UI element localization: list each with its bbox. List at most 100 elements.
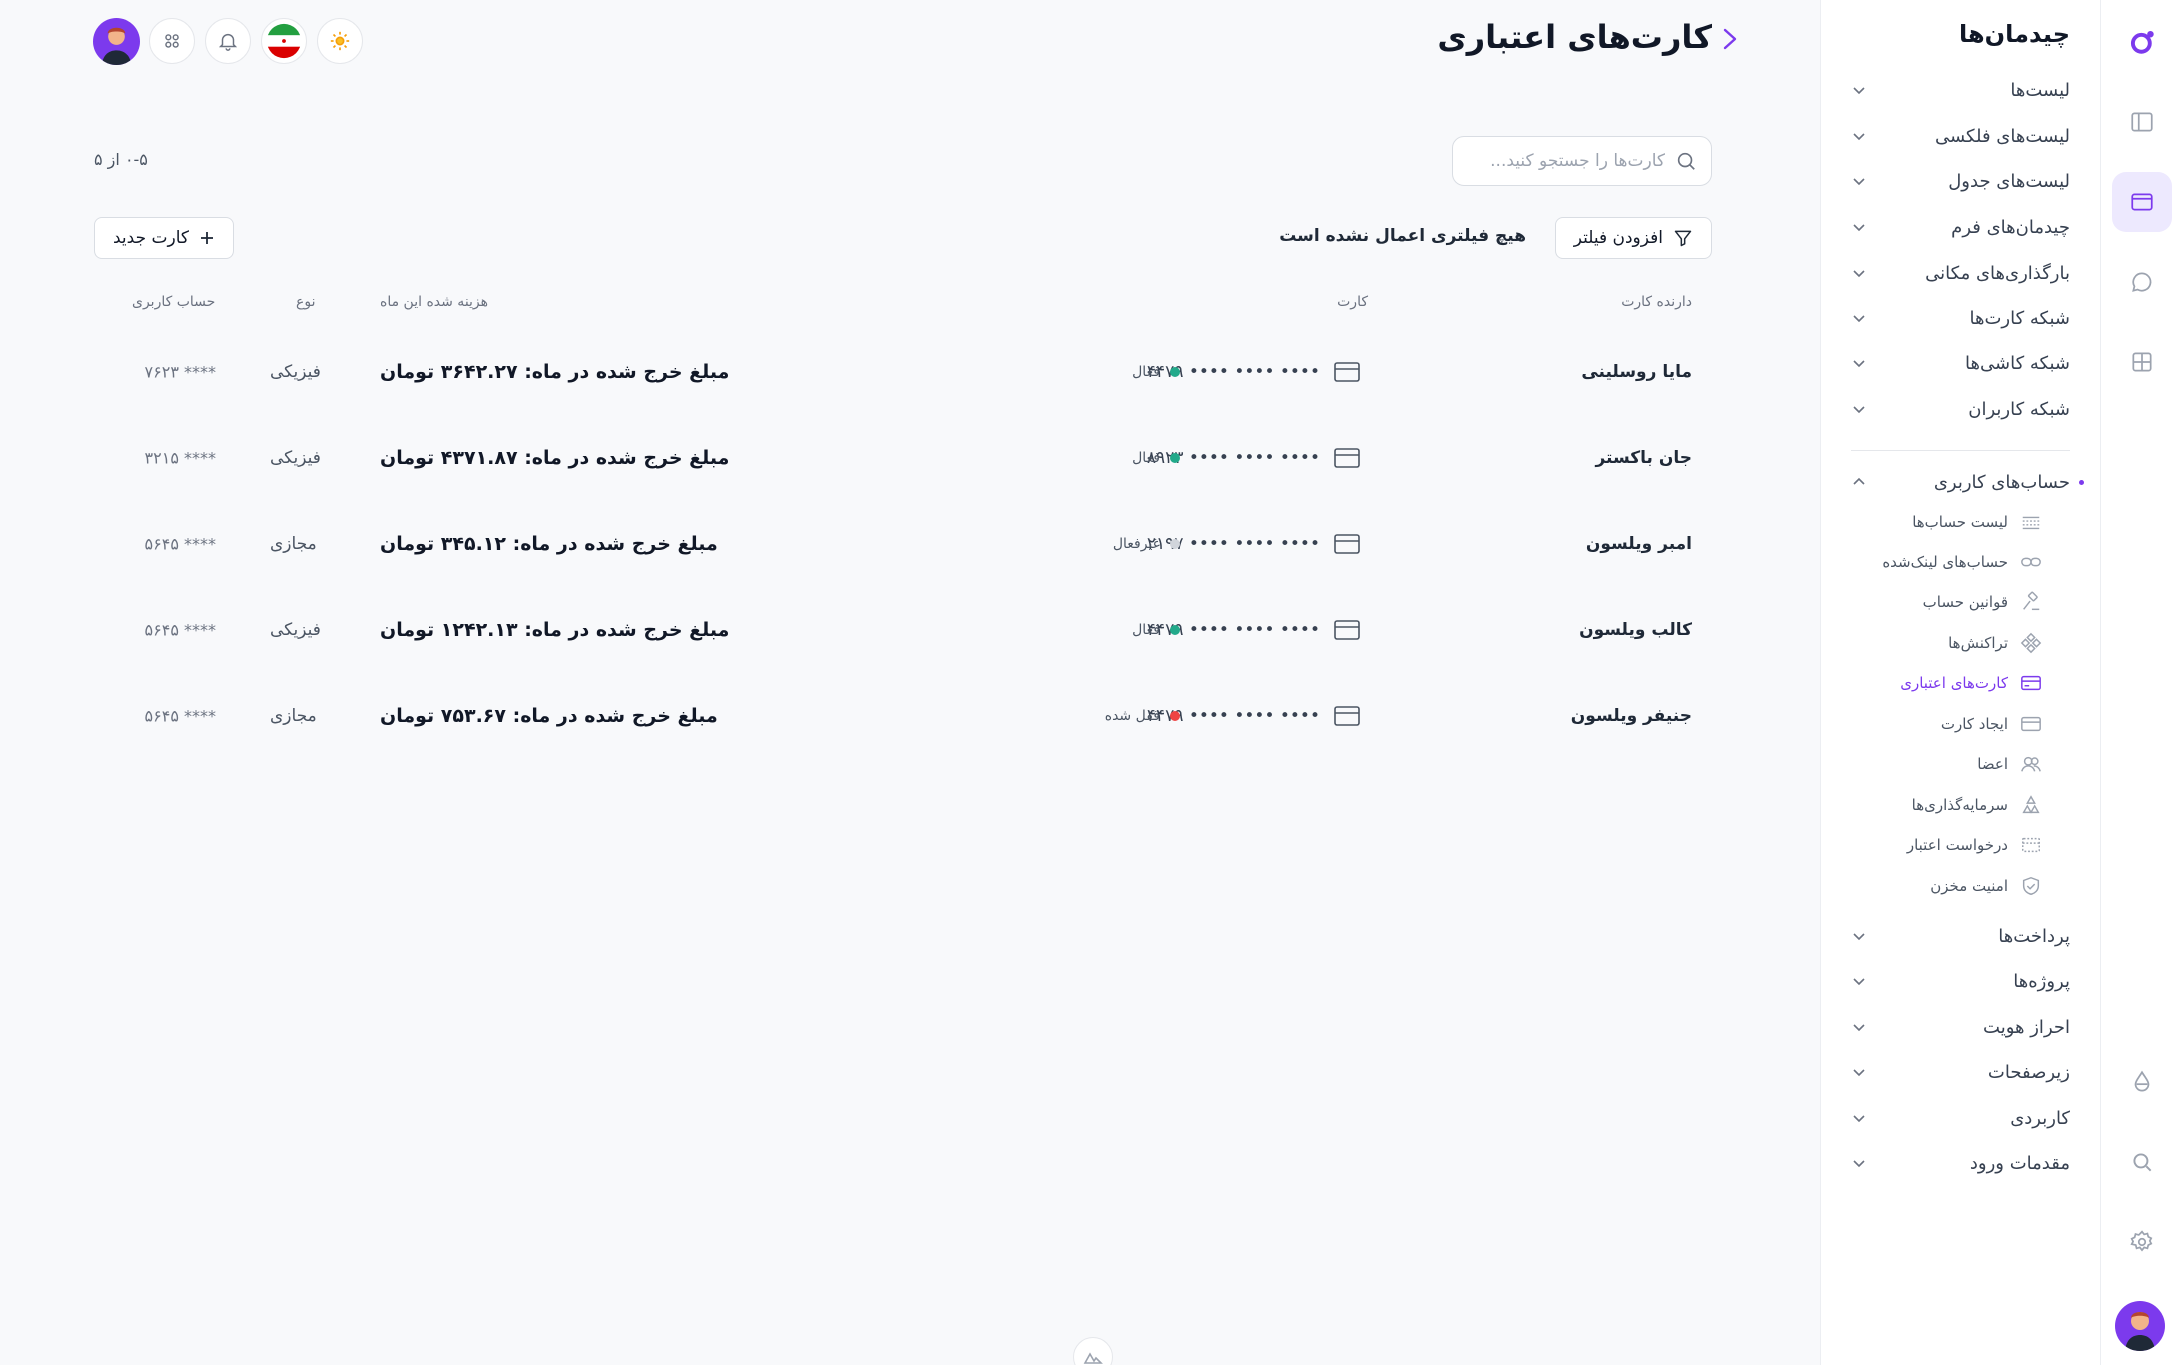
sidebar-subitem-create-card[interactable]: ایجاد کارت xyxy=(1941,709,2042,739)
sidebar-item-label: چیدمان‌های فرم xyxy=(1951,216,2070,238)
theme-toggle-button[interactable] xyxy=(317,18,363,64)
sidebar-subitem-label: اعضا xyxy=(1977,755,2008,773)
column-header-type[interactable]: نوع xyxy=(296,294,315,310)
user-avatar[interactable] xyxy=(2115,1301,2165,1351)
status-label: فعال xyxy=(1132,450,1160,466)
search-box[interactable] xyxy=(1452,136,1712,186)
search-icon[interactable] xyxy=(2112,1132,2172,1192)
credit-card-icon xyxy=(1334,362,1360,382)
sidebar-subitem-account-list[interactable]: لیست حساب‌ها xyxy=(1912,507,2042,537)
table-row[interactable]: جان باکستر ۸۹۲۳ •••• •••• •••• فعال مبلغ… xyxy=(94,415,1712,501)
sidebar-item-projects[interactable]: پروژه‌ها xyxy=(1851,964,2070,998)
list-icon xyxy=(2022,516,2040,530)
layouts-icon[interactable] xyxy=(2112,172,2172,232)
sidebar-item-table-lists[interactable]: لیست‌های جدول xyxy=(1851,164,2070,198)
sidebar-item-card-grid[interactable]: شبکه کارت‌ها xyxy=(1851,301,2070,335)
column-header-holder[interactable]: دارنده کارت xyxy=(1621,294,1692,310)
sidebar-item-label: لیست‌های جدول xyxy=(1948,170,2070,192)
sidebar-subitem-vault-security[interactable]: امنیت مخزن xyxy=(1930,871,2042,901)
language-button[interactable] xyxy=(261,18,307,64)
card-holder: امبر ویلسون xyxy=(1585,534,1692,554)
column-header-card[interactable]: کارت xyxy=(1337,294,1368,310)
sidebar-subitem-transactions[interactable]: تراکنش‌ها xyxy=(1948,628,2042,658)
chevron-down-icon xyxy=(1853,1069,1865,1077)
add-filter-label: افزودن فیلتر xyxy=(1573,228,1663,248)
settings-icon[interactable] xyxy=(2112,1212,2172,1272)
footer-logo[interactable] xyxy=(1073,1337,1113,1365)
sidebar-subitem-label: سرمایه‌گذاری‌ها xyxy=(1911,796,2008,814)
sidebar-item-authentication[interactable]: احراز هویت xyxy=(1851,1010,2070,1044)
card-holder: جنیفر ویلسون xyxy=(1570,706,1692,726)
credit-card-icon xyxy=(1334,448,1360,468)
notifications-button[interactable] xyxy=(205,18,251,64)
grid-icon[interactable] xyxy=(2112,332,2172,392)
sidebar-item-tile-grid[interactable]: شبکه کاشی‌ها xyxy=(1851,346,2070,380)
table-row[interactable]: کالب ویلسون ۴۴۷۹ •••• •••• •••• فعال مبل… xyxy=(94,587,1712,673)
status-dot xyxy=(1170,539,1180,549)
chevron-down-icon xyxy=(1853,315,1865,323)
sidebar-item-flex-lists[interactable]: لیست‌های فلکسی xyxy=(1851,119,2070,153)
icon-rail xyxy=(2100,0,2184,1365)
sidebar-item-lists[interactable]: لیست‌ها xyxy=(1851,73,2070,107)
plus-icon xyxy=(200,232,213,244)
monthly-spend: مبلغ خرج شده در ماه: ۷۵۳.۶۷ تومان xyxy=(380,705,718,727)
column-header-account[interactable]: حساب کاربری xyxy=(132,294,215,310)
sidebar-item-onboarding[interactable]: مقدمات ورود xyxy=(1851,1146,2070,1180)
table-row[interactable]: مایا روسلینی ۴۴۷۹ •••• •••• •••• فعال مب… xyxy=(94,329,1712,415)
link-icon xyxy=(2021,557,2041,567)
sidebar-item-placeholders[interactable]: بارگذاری‌های مکانی xyxy=(1851,256,2070,290)
sidebar-subitem-linked-accounts[interactable]: حساب‌های لینک‌شده xyxy=(1882,547,2042,577)
sidebar-subitem-credit-cards[interactable]: کارت‌های اعتباری xyxy=(1900,668,2042,698)
status-label: فعال xyxy=(1132,622,1160,638)
credit-card-icon xyxy=(2021,675,2041,691)
account-number: ۵۶۴۵ **** xyxy=(144,620,216,640)
account-number: ۷۶۲۳ **** xyxy=(144,362,216,382)
chevron-up-icon xyxy=(1853,477,1865,485)
apps-button[interactable] xyxy=(149,18,195,64)
sidebar-subitem-credit-request[interactable]: درخواست اعتبار xyxy=(1907,830,2042,860)
app-logo[interactable] xyxy=(2112,12,2172,72)
card-type: فیزیکی xyxy=(270,362,321,382)
card-holder: مایا روسلینی xyxy=(1581,362,1692,382)
search-input[interactable] xyxy=(1467,151,1665,171)
add-filter-button[interactable]: افزودن فیلتر xyxy=(1554,217,1712,259)
card-type: فیزیکی xyxy=(270,448,321,468)
sidebar-subitem-label: ایجاد کارت xyxy=(1940,715,2008,733)
status-dot xyxy=(1170,367,1180,377)
profile-avatar[interactable] xyxy=(93,18,140,65)
sidebar-group-label: حساب‌های کاربری xyxy=(1933,471,2070,493)
drop-icon[interactable] xyxy=(2112,1052,2172,1112)
sidebar-group-accounts[interactable]: حساب‌های کاربری xyxy=(1851,465,2084,499)
sidebar-subitem-account-rules[interactable]: قوانین حساب xyxy=(1923,587,2042,617)
chevron-down-icon xyxy=(1853,270,1865,278)
status-badge: فعال xyxy=(1132,622,1180,638)
sidebar-item-utilities[interactable]: کاربردی xyxy=(1851,1101,2070,1135)
sidebar-subitem-label: قوانین حساب xyxy=(1922,593,2008,611)
status-dot xyxy=(1170,453,1180,463)
sidebar-item-payments[interactable]: پرداخت‌ها xyxy=(1851,919,2070,953)
chevron-down-icon xyxy=(1853,87,1865,95)
new-card-button[interactable]: کارت جدید xyxy=(94,217,234,259)
sidebar-item-label: پرداخت‌ها xyxy=(1998,925,2070,947)
table-row[interactable]: جنیفر ویلسون ۴۴۷۹ •••• •••• •••• قفل شده… xyxy=(94,673,1712,759)
sidebar-item-label: زیرصفحات xyxy=(1987,1061,2070,1083)
sidebar-item-form-layouts[interactable]: چیدمان‌های فرم xyxy=(1851,210,2070,244)
status-dot xyxy=(1170,711,1180,721)
status-label: فعال xyxy=(1132,364,1160,380)
sidebar-divider xyxy=(1851,450,2070,451)
table-row[interactable]: امبر ویلسون ۲۱۹۷ •••• •••• •••• غیرفعال … xyxy=(94,501,1712,587)
sidebar-subitem-members[interactable]: اعضا xyxy=(1977,749,2042,779)
account-number: ۳۲۱۵ **** xyxy=(144,448,216,468)
sidebar-toggle-icon[interactable] xyxy=(2112,92,2172,152)
chat-icon[interactable] xyxy=(2112,252,2172,312)
column-header-spent[interactable]: هزینه شده این ماه xyxy=(380,294,488,310)
sidebar-subitem-label: حساب‌های لینک‌شده xyxy=(1882,553,2008,571)
sidebar-item-user-grid[interactable]: شبکه کاربران xyxy=(1851,392,2070,426)
chevron-down-icon xyxy=(1853,224,1865,232)
sidebar-item-label: کاربردی xyxy=(2010,1107,2070,1129)
sidebar-item-subpages[interactable]: زیرصفحات xyxy=(1851,1055,2070,1089)
sidebar-subitem-investments[interactable]: سرمایه‌گذاری‌ها xyxy=(1912,790,2042,820)
back-arrow-icon[interactable] xyxy=(1716,24,1742,54)
search-icon xyxy=(1677,152,1695,170)
bell-icon xyxy=(218,33,238,51)
